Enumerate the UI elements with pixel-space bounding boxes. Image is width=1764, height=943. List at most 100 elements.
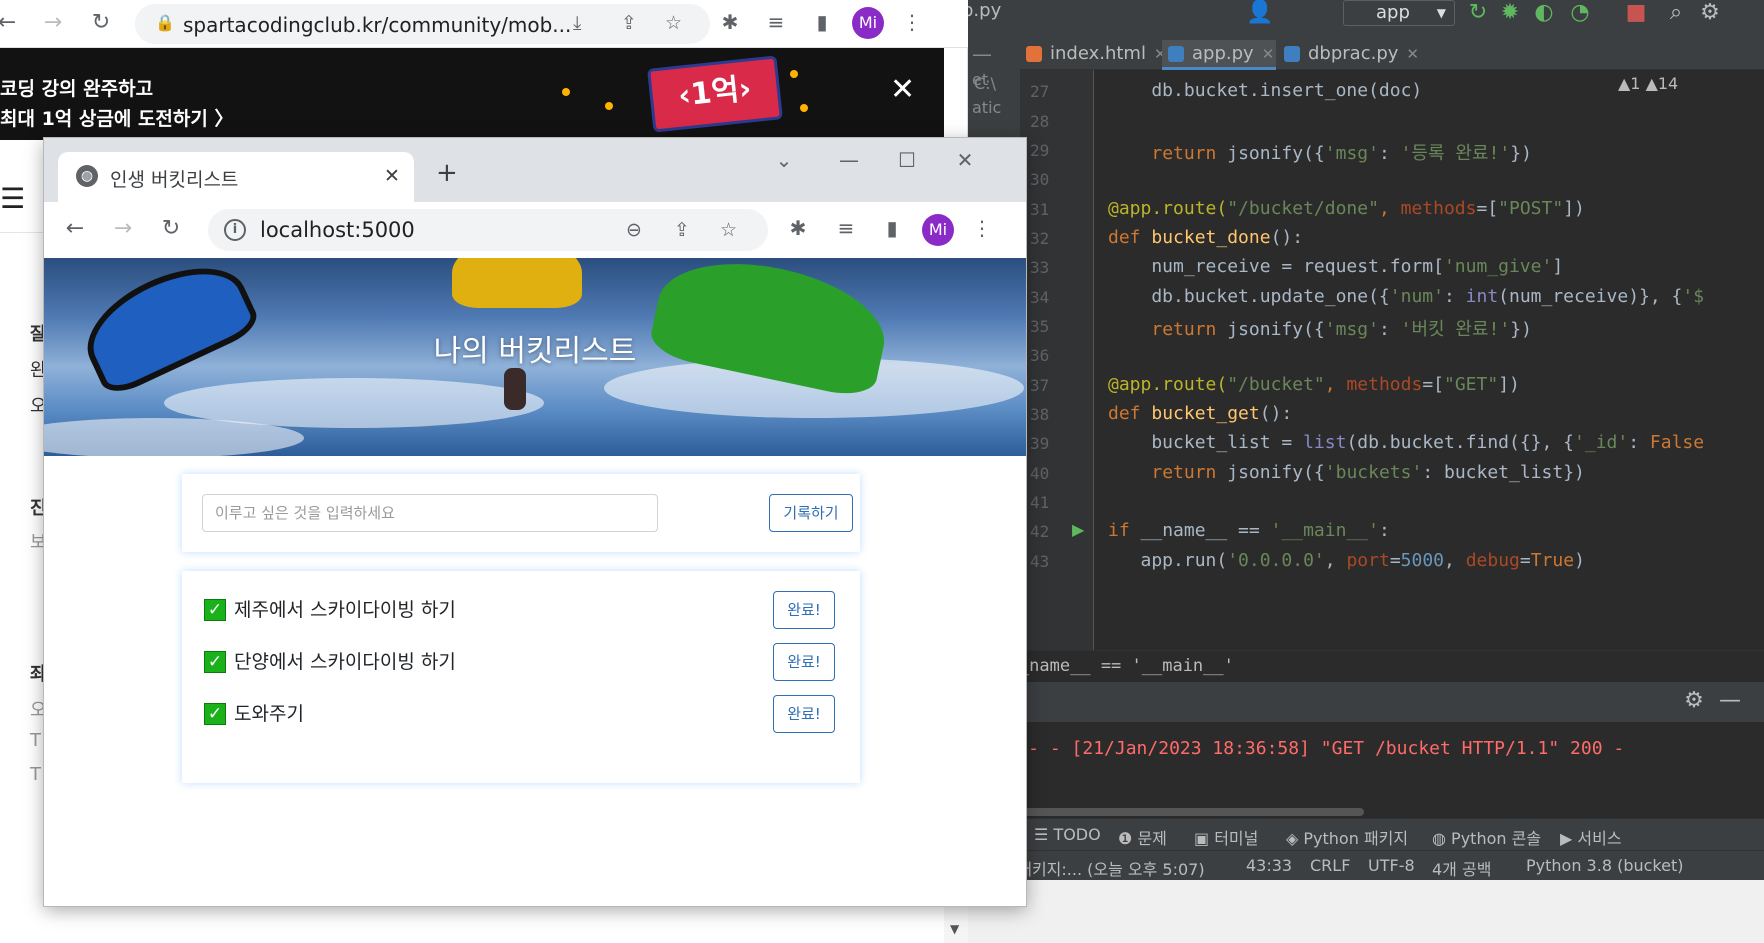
tool-terminal[interactable]: ▣ 터미널 xyxy=(1194,825,1258,849)
tab-dbprac-py[interactable]: dbprac.py ✕ xyxy=(1278,40,1419,70)
site-info-icon[interactable]: i xyxy=(224,219,246,241)
new-tab-plus-icon[interactable]: + xyxy=(436,158,458,188)
banner-line-2[interactable]: 최대 1억 상금에 도전하기 〉 xyxy=(0,104,233,131)
reload-icon[interactable]: ↻ xyxy=(86,10,116,35)
tool-todo[interactable]: ☰ TODO xyxy=(1034,825,1101,844)
media-controls-icon[interactable]: ≡ xyxy=(762,10,790,34)
hamburger-menu-icon[interactable]: ☰ xyxy=(0,182,25,215)
debug-bug-icon[interactable]: ✹ xyxy=(1496,0,1524,25)
code-line: db.bucket.insert_one(doc) xyxy=(1108,80,1423,101)
back-arrow-icon[interactable]: ← xyxy=(0,10,22,35)
tab-index-html[interactable]: index.html ✕ xyxy=(1020,40,1167,70)
tool-python-console[interactable]: ◍ Python 콘솔 xyxy=(1432,825,1541,849)
profile-avatar[interactable]: Mi xyxy=(922,214,954,246)
ide-window: p.py 👤 app ▼ ↻ ✹ ◐ ◔ ■ ⌕ ⚙ — et atic ind… xyxy=(968,0,1764,943)
share-icon[interactable]: ⇪ xyxy=(621,12,637,34)
side-panel-icon[interactable]: ▮ xyxy=(878,216,906,240)
tool-problems[interactable]: ❶ 문제 xyxy=(1118,825,1167,849)
done-button[interactable]: 완료! xyxy=(773,695,835,733)
media-controls-icon[interactable]: ≡ xyxy=(832,216,860,240)
close-tab-icon[interactable]: ✕ xyxy=(384,165,400,187)
promo-banner[interactable]: 코딩 강의 완주하고 최대 1억 상금에 도전하기 〉 ‹1억› ✕ xyxy=(0,48,944,140)
done-button[interactable]: 완료! xyxy=(773,591,835,629)
save-button[interactable]: 기록하기 xyxy=(769,494,853,532)
profile-avatar[interactable]: Mi xyxy=(852,7,884,39)
gear-icon[interactable]: ⚙ xyxy=(1696,0,1724,25)
forward-arrow-icon[interactable]: → xyxy=(108,216,138,241)
search-icon[interactable]: ⌕ xyxy=(1662,0,1690,25)
done-button[interactable]: 완료! xyxy=(773,643,835,681)
status-line-ending[interactable]: CRLF xyxy=(1310,856,1350,875)
collapse-icon[interactable]: — xyxy=(972,42,992,66)
status-encoding[interactable]: UTF-8 xyxy=(1368,856,1415,875)
close-tab-icon[interactable]: ✕ xyxy=(1262,45,1275,63)
close-tab-icon[interactable]: ✕ xyxy=(1406,45,1419,63)
forward-arrow-icon[interactable]: → xyxy=(38,10,68,35)
address-bar[interactable]: i localhost:5000 ⊖ ⇪ ☆ xyxy=(208,209,768,251)
tab-app-py[interactable]: app.py ✕ xyxy=(1162,40,1276,70)
banner-line-1: 코딩 강의 완주하고 xyxy=(0,78,154,100)
minimize-panel-icon[interactable]: — xyxy=(1716,688,1744,713)
status-caret-position[interactable]: 43:33 xyxy=(1246,856,1292,875)
status-indent[interactable]: 4개 공백 xyxy=(1432,856,1491,880)
gear-icon[interactable]: ⚙ xyxy=(1680,688,1708,713)
line-number: 36 xyxy=(1030,346,1050,365)
editor-breadcrumb[interactable]: if __name__ == '__main__' xyxy=(968,650,1764,682)
ide-title-fragment: p.py xyxy=(968,0,1002,21)
tool-python-packages[interactable]: ◈ Python 패키지 xyxy=(1286,825,1408,849)
code-line: def bucket_done(): xyxy=(1108,227,1304,248)
python-file-icon xyxy=(1284,46,1300,62)
code-line: bucket_list = list(db.bucket.find({}, {'… xyxy=(1108,432,1705,453)
install-icon[interactable]: ⤓ xyxy=(573,12,581,34)
back-arrow-icon[interactable]: ← xyxy=(60,216,90,241)
bookmark-star-icon[interactable]: ☆ xyxy=(665,12,682,34)
console-log-line: .0.1 - - [21/Jan/2023 18:36:58] "GET /bu… xyxy=(974,738,1625,759)
bucket-input[interactable] xyxy=(202,494,658,532)
console-scrollbar[interactable] xyxy=(974,808,1364,816)
line-number: 42 xyxy=(1030,522,1050,541)
code-line: if __name__ == '__main__': xyxy=(1108,520,1390,541)
side-panel-icon[interactable]: ▮ xyxy=(808,10,836,34)
code-line: num_receive = request.form['num_give'] xyxy=(1108,256,1564,277)
minimize-window-icon[interactable]: — xyxy=(834,148,864,172)
run-console[interactable]: .0.1 - - [21/Jan/2023 18:36:58] "GET /bu… xyxy=(968,722,1764,818)
bookmark-star-icon[interactable]: ☆ xyxy=(720,219,737,241)
banner-close-icon[interactable]: ✕ xyxy=(890,72,915,107)
background-address-bar[interactable]: 🔒 spartacodingclub.kr/community/mob... ⤓… xyxy=(135,4,710,44)
chevron-down-icon: ▼ xyxy=(1436,6,1446,20)
menu-kebab-icon[interactable]: ⋮ xyxy=(968,216,996,240)
extensions-icon[interactable]: ✱ xyxy=(716,10,744,34)
coverage-icon[interactable]: ◐ xyxy=(1530,0,1558,25)
scroll-down-arrow-icon[interactable]: ▼ xyxy=(950,922,959,936)
bucket-text: 제주에서 스카이다이빙 하기 xyxy=(234,599,456,621)
zoom-out-icon[interactable]: ⊖ xyxy=(626,219,642,241)
run-configuration-select[interactable]: app ▼ xyxy=(1343,0,1455,26)
list-item: ✓ 단양에서 스카이다이빙 하기 완료! xyxy=(182,633,860,689)
menu-kebab-icon[interactable]: ⋮ xyxy=(898,10,926,34)
bucket-text: 단양에서 스카이다이빙 하기 xyxy=(234,651,456,673)
clipped-text: T xyxy=(30,730,41,751)
status-interpreter[interactable]: Python 3.8 (bucket) xyxy=(1526,856,1683,875)
line-number: 39 xyxy=(1030,434,1050,453)
extensions-icon[interactable]: ✱ xyxy=(784,216,812,240)
tool-services[interactable]: ▶ 서비스 xyxy=(1560,825,1622,849)
user-icon[interactable]: 👤 xyxy=(1246,0,1274,25)
share-icon[interactable]: ⇪ xyxy=(674,219,690,241)
rerun-icon[interactable]: ↻ xyxy=(1464,0,1492,25)
profile-run-icon[interactable]: ◔ xyxy=(1566,0,1594,25)
close-window-icon[interactable]: ✕ xyxy=(950,148,980,172)
tab-search-chevron-icon[interactable]: ⌄ xyxy=(769,148,799,172)
run-gutter-play-icon[interactable]: ▶ xyxy=(1072,520,1084,539)
line-number: 33 xyxy=(1030,258,1050,277)
stop-icon[interactable]: ■ xyxy=(1622,0,1650,25)
python-file-icon xyxy=(1168,46,1184,62)
status-bar: 설치된 패키지:... (오늘 오후 5:07) 43:33 CRLF UTF-… xyxy=(968,850,1764,880)
reload-icon[interactable]: ↻ xyxy=(156,216,186,241)
clipped-text: T xyxy=(30,764,41,785)
services-icon: ▶ xyxy=(1560,829,1578,848)
tab-bucket-list[interactable]: ◍ 인생 버킷리스트 ✕ xyxy=(58,152,414,202)
inspection-warnings[interactable]: ▲1 ▲14 xyxy=(1618,74,1678,93)
maximize-window-icon[interactable]: ☐ xyxy=(892,148,922,172)
input-card: 기록하기 xyxy=(182,474,860,552)
tab-strip: ◍ 인생 버킷리스트 ✕ + ⌄ — ☐ ✕ xyxy=(44,138,1026,202)
